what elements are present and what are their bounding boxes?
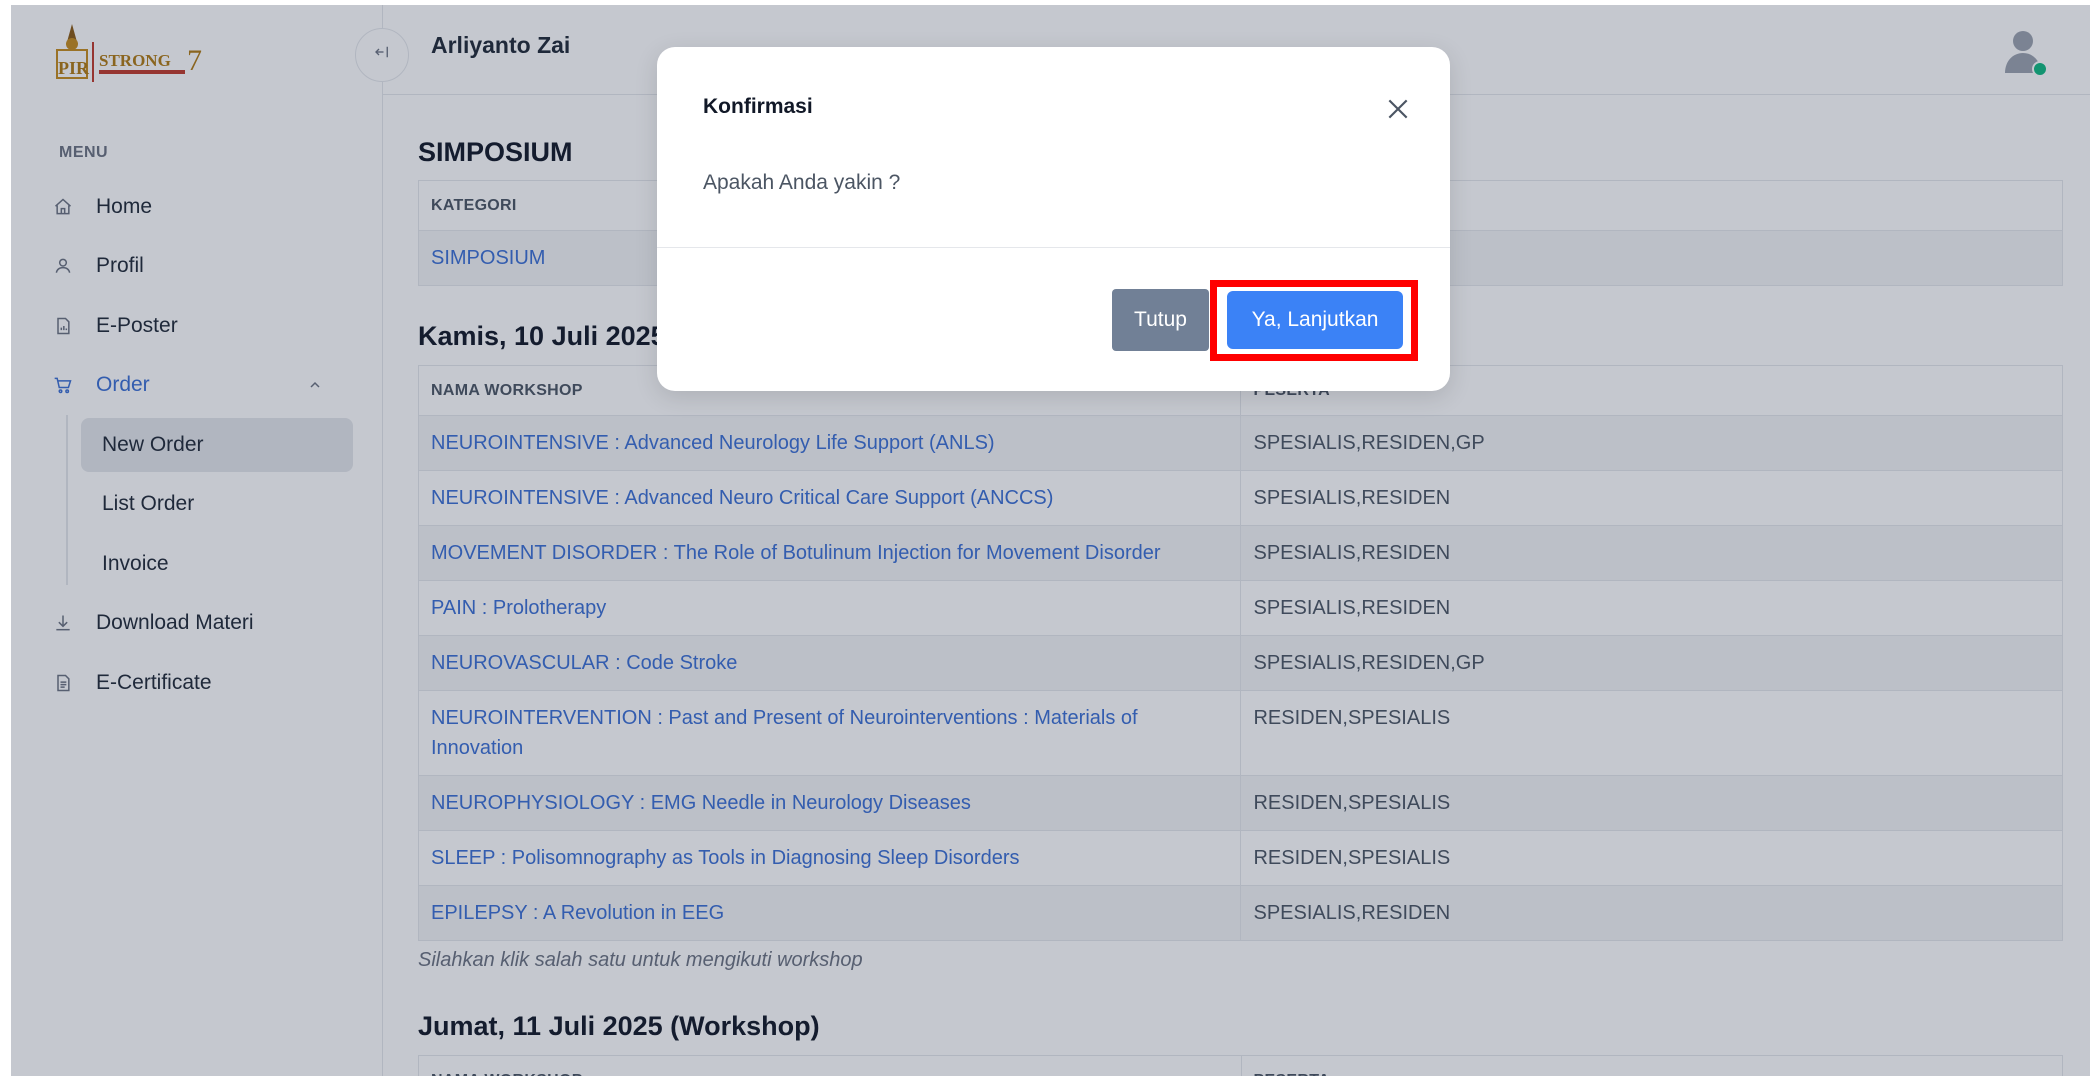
dialog-message: Apakah Anda yakin ? xyxy=(703,171,901,194)
dialog-title: Konfirmasi xyxy=(703,95,813,118)
dialog-divider xyxy=(657,247,1450,248)
confirm-dialog: Konfirmasi Apakah Anda yakin ? Tutup Ya,… xyxy=(657,47,1450,391)
left-edge xyxy=(0,0,11,1076)
top-edge xyxy=(0,0,2090,5)
cancel-button[interactable]: Tutup xyxy=(1112,289,1209,351)
highlight-box xyxy=(1210,280,1418,361)
close-icon[interactable] xyxy=(1380,91,1416,127)
